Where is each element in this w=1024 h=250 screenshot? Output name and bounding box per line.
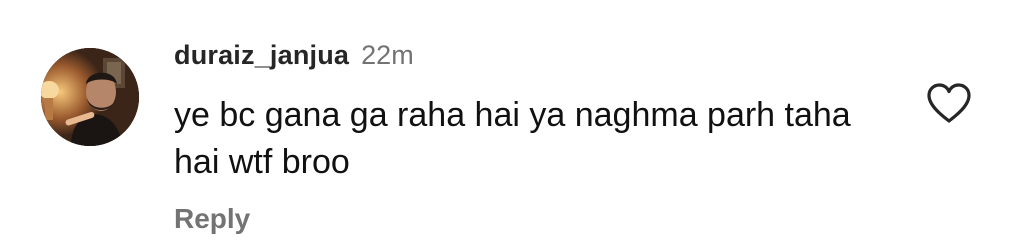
avatar[interactable] <box>41 48 139 146</box>
like-button[interactable] <box>926 82 972 124</box>
heart-outline-icon <box>927 83 971 123</box>
avatar-photo <box>41 48 139 146</box>
reply-button[interactable]: Reply <box>174 203 250 235</box>
timestamp: 22m <box>361 40 414 70</box>
comment-text: ye bc gana ga raha hai ya naghma parh ta… <box>174 96 851 181</box>
comment-item: duraiz_janjua 22m ye bc gana ga raha hai… <box>0 0 1024 250</box>
comment-body: duraiz_janjua 22m ye bc gana ga raha hai… <box>174 40 894 235</box>
username[interactable]: duraiz_janjua <box>174 40 349 71</box>
comment-header: duraiz_janjua 22m <box>174 40 894 80</box>
